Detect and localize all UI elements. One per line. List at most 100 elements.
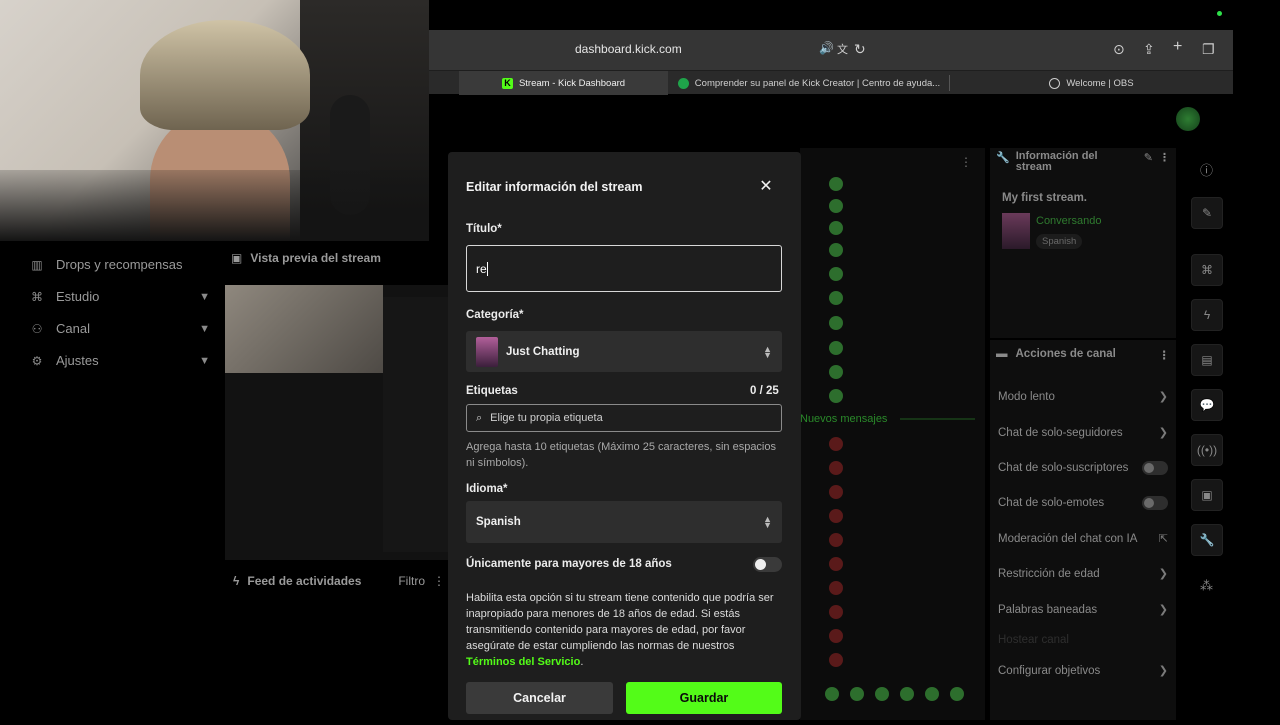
chevron-right-icon: ❯: [1158, 427, 1168, 439]
tags-label: Etiquetas: [466, 385, 518, 397]
close-icon[interactable]: ✕: [756, 176, 776, 196]
apps-icon[interactable]: ⁂: [1200, 578, 1213, 594]
action-label: Palabras baneadas: [998, 603, 1098, 616]
tab-label: Comprender su panel de Kick Creator | Ce…: [694, 77, 941, 89]
camera-indicator-icon: [1217, 11, 1222, 16]
chat-emotes: ⋮: [825, 155, 975, 701]
video-icon: ▣: [1201, 488, 1213, 502]
activity-feed-header: ϟ Feed de actividades Filtro ⋮: [233, 574, 445, 588]
chevron-right-icon: ❯: [1158, 568, 1168, 580]
stream-info-header: 🔧 Información del stream ✎ ⋮: [996, 151, 1170, 173]
chevron-down-icon: ▼: [199, 322, 210, 335]
rail-button-notes[interactable]: ▤: [1191, 344, 1223, 376]
adult-help-body: Habilita esta opción si tu stream tiene …: [466, 592, 774, 652]
category-select[interactable]: Just Chatting ▲ ▼: [466, 331, 782, 372]
download-icon[interactable]: ⊙: [1113, 41, 1125, 58]
emotes-only-toggle[interactable]: [1142, 496, 1168, 510]
activity-filter-button[interactable]: Filtro: [398, 574, 425, 588]
language-select[interactable]: Spanish ▲ ▼: [466, 501, 782, 543]
action-label: Modo lento: [998, 390, 1055, 403]
rail-button-broadcast[interactable]: ((•)): [1191, 434, 1223, 466]
language-value: Spanish: [476, 516, 521, 528]
preview-title: Vista previa del stream: [250, 251, 381, 265]
language-badge: Spanish: [1036, 234, 1083, 249]
select-arrows-icon: ▲ ▼: [763, 343, 772, 360]
document-icon: ▤: [1201, 353, 1213, 367]
pencil-icon: ✎: [1201, 206, 1213, 220]
rail-button-tools[interactable]: 🔧: [1191, 524, 1223, 556]
category-label: Categoría*: [466, 309, 524, 321]
wrench-icon: 🔧: [1199, 533, 1215, 547]
subscribers-only-toggle[interactable]: [1142, 461, 1168, 475]
speaker-icon[interactable]: 🔊: [819, 41, 834, 55]
tags-input[interactable]: ⌕ Elige tu propia etiqueta: [466, 404, 782, 432]
text-cursor: [486, 261, 488, 276]
chevron-down-icon: ▼: [199, 354, 210, 367]
edit-icon[interactable]: ✎: [1144, 151, 1153, 173]
tab-label: Welcome | OBS: [1066, 77, 1134, 89]
tabs-overview-icon[interactable]: ❐: [1202, 41, 1215, 58]
studio-icon: ⌘: [1201, 263, 1213, 277]
sidebar-item-studio[interactable]: ⌘ Estudio ▼: [30, 289, 210, 304]
translate-icon[interactable]: 文: [837, 41, 848, 57]
action-slow-mode[interactable]: Modo lento ❯: [998, 390, 1168, 404]
tab-obs[interactable]: Welcome | OBS: [950, 71, 1233, 95]
sidebar-item-settings[interactable]: ⚙ Ajustes ▼: [30, 353, 210, 368]
share-icon[interactable]: ⇪: [1143, 41, 1155, 58]
webcam-cap: [140, 20, 310, 130]
more-options-icon[interactable]: ⋮: [433, 574, 445, 588]
rail-button-activity[interactable]: ϟ: [1191, 299, 1223, 331]
url-text[interactable]: dashboard.kick.com: [575, 42, 682, 56]
browser-chrome: dashboard.kick.com 🔊 文 ↻ ⊙ ⇪ + ❐ K Strea…: [429, 30, 1233, 95]
gear-icon: ⚙: [31, 353, 43, 368]
tab-kick-dashboard[interactable]: K Stream - Kick Dashboard: [459, 71, 668, 95]
language-label: Idioma*: [466, 483, 508, 495]
chevron-down-icon: ▼: [199, 290, 210, 303]
more-options-icon[interactable]: ⋮: [1159, 348, 1171, 362]
action-goals[interactable]: Configurar objetivos ❯: [998, 664, 1168, 678]
obs-logo-icon: [1049, 77, 1061, 89]
stream-category-text[interactable]: Conversando: [1036, 215, 1101, 227]
tags-placeholder: Elige tu propia etiqueta: [490, 412, 603, 424]
category-value: Just Chatting: [506, 345, 580, 358]
terms-of-service-link[interactable]: Términos del Servicio: [466, 656, 580, 668]
help-center-favicon-icon: [677, 77, 689, 89]
reload-icon[interactable]: ↻: [854, 41, 866, 58]
select-arrows-icon: ▲ ▼: [763, 514, 772, 530]
channel-actions-header: ▬ Acciones de canal ⋮: [996, 348, 1170, 362]
action-label: Restricción de edad: [998, 567, 1100, 580]
new-messages-divider[interactable]: Nuevos mensajes: [800, 413, 887, 425]
info-icon[interactable]: ⓘ: [1200, 160, 1213, 179]
url-bar[interactable]: dashboard.kick.com 🔊 文 ↻ ⊙ ⇪ + ❐: [429, 30, 1233, 70]
action-label: Configurar objetivos: [998, 664, 1101, 677]
rail-button-studio[interactable]: ⌘: [1191, 254, 1223, 286]
gift-icon: ▥: [31, 257, 43, 272]
tags-counter: 0 / 25: [750, 385, 779, 397]
tab-help-center[interactable]: Comprender su panel de Kick Creator | Ce…: [669, 71, 949, 95]
title-input[interactable]: re: [466, 245, 782, 292]
action-followers-only[interactable]: Chat de solo-seguidores ❯: [998, 426, 1168, 440]
title-input-value: re: [476, 261, 487, 276]
stream-preview[interactable]: [225, 285, 450, 560]
preview-icon: ▣: [231, 251, 243, 265]
cancel-button[interactable]: Cancelar: [466, 682, 613, 714]
save-button[interactable]: Guardar: [626, 682, 782, 714]
action-banned-words[interactable]: Palabras baneadas ❯: [998, 603, 1168, 617]
more-options-icon[interactable]: ⋮: [1159, 151, 1170, 173]
action-host-channel[interactable]: Hostear canal: [998, 634, 1168, 646]
rail-button-video[interactable]: ▣: [1191, 479, 1223, 511]
new-tab-icon[interactable]: +: [1173, 38, 1182, 56]
adult-only-toggle[interactable]: [753, 557, 782, 572]
sidebar-item-channel[interactable]: ⚇ Canal ▼: [30, 321, 210, 336]
avatar[interactable]: [1176, 107, 1200, 131]
rail-button-chat[interactable]: 💬: [1191, 389, 1223, 421]
broadcast-icon: ((•)): [1196, 443, 1218, 457]
edit-rail-button[interactable]: ✎: [1191, 197, 1223, 229]
action-ai-moderation[interactable]: Moderación del chat con IA ⇱: [998, 532, 1168, 546]
sidebar-item-label: Ajustes: [56, 353, 99, 368]
action-subscribers-only[interactable]: Chat de solo-suscriptores: [998, 461, 1168, 475]
action-age-restriction[interactable]: Restricción de edad ❯: [998, 567, 1168, 581]
sidebar-item-drops[interactable]: ▥ Drops y recompensas: [30, 257, 210, 272]
action-emotes-only[interactable]: Chat de solo-emotes: [998, 496, 1168, 510]
action-label: Chat de solo-suscriptores: [998, 462, 1129, 474]
